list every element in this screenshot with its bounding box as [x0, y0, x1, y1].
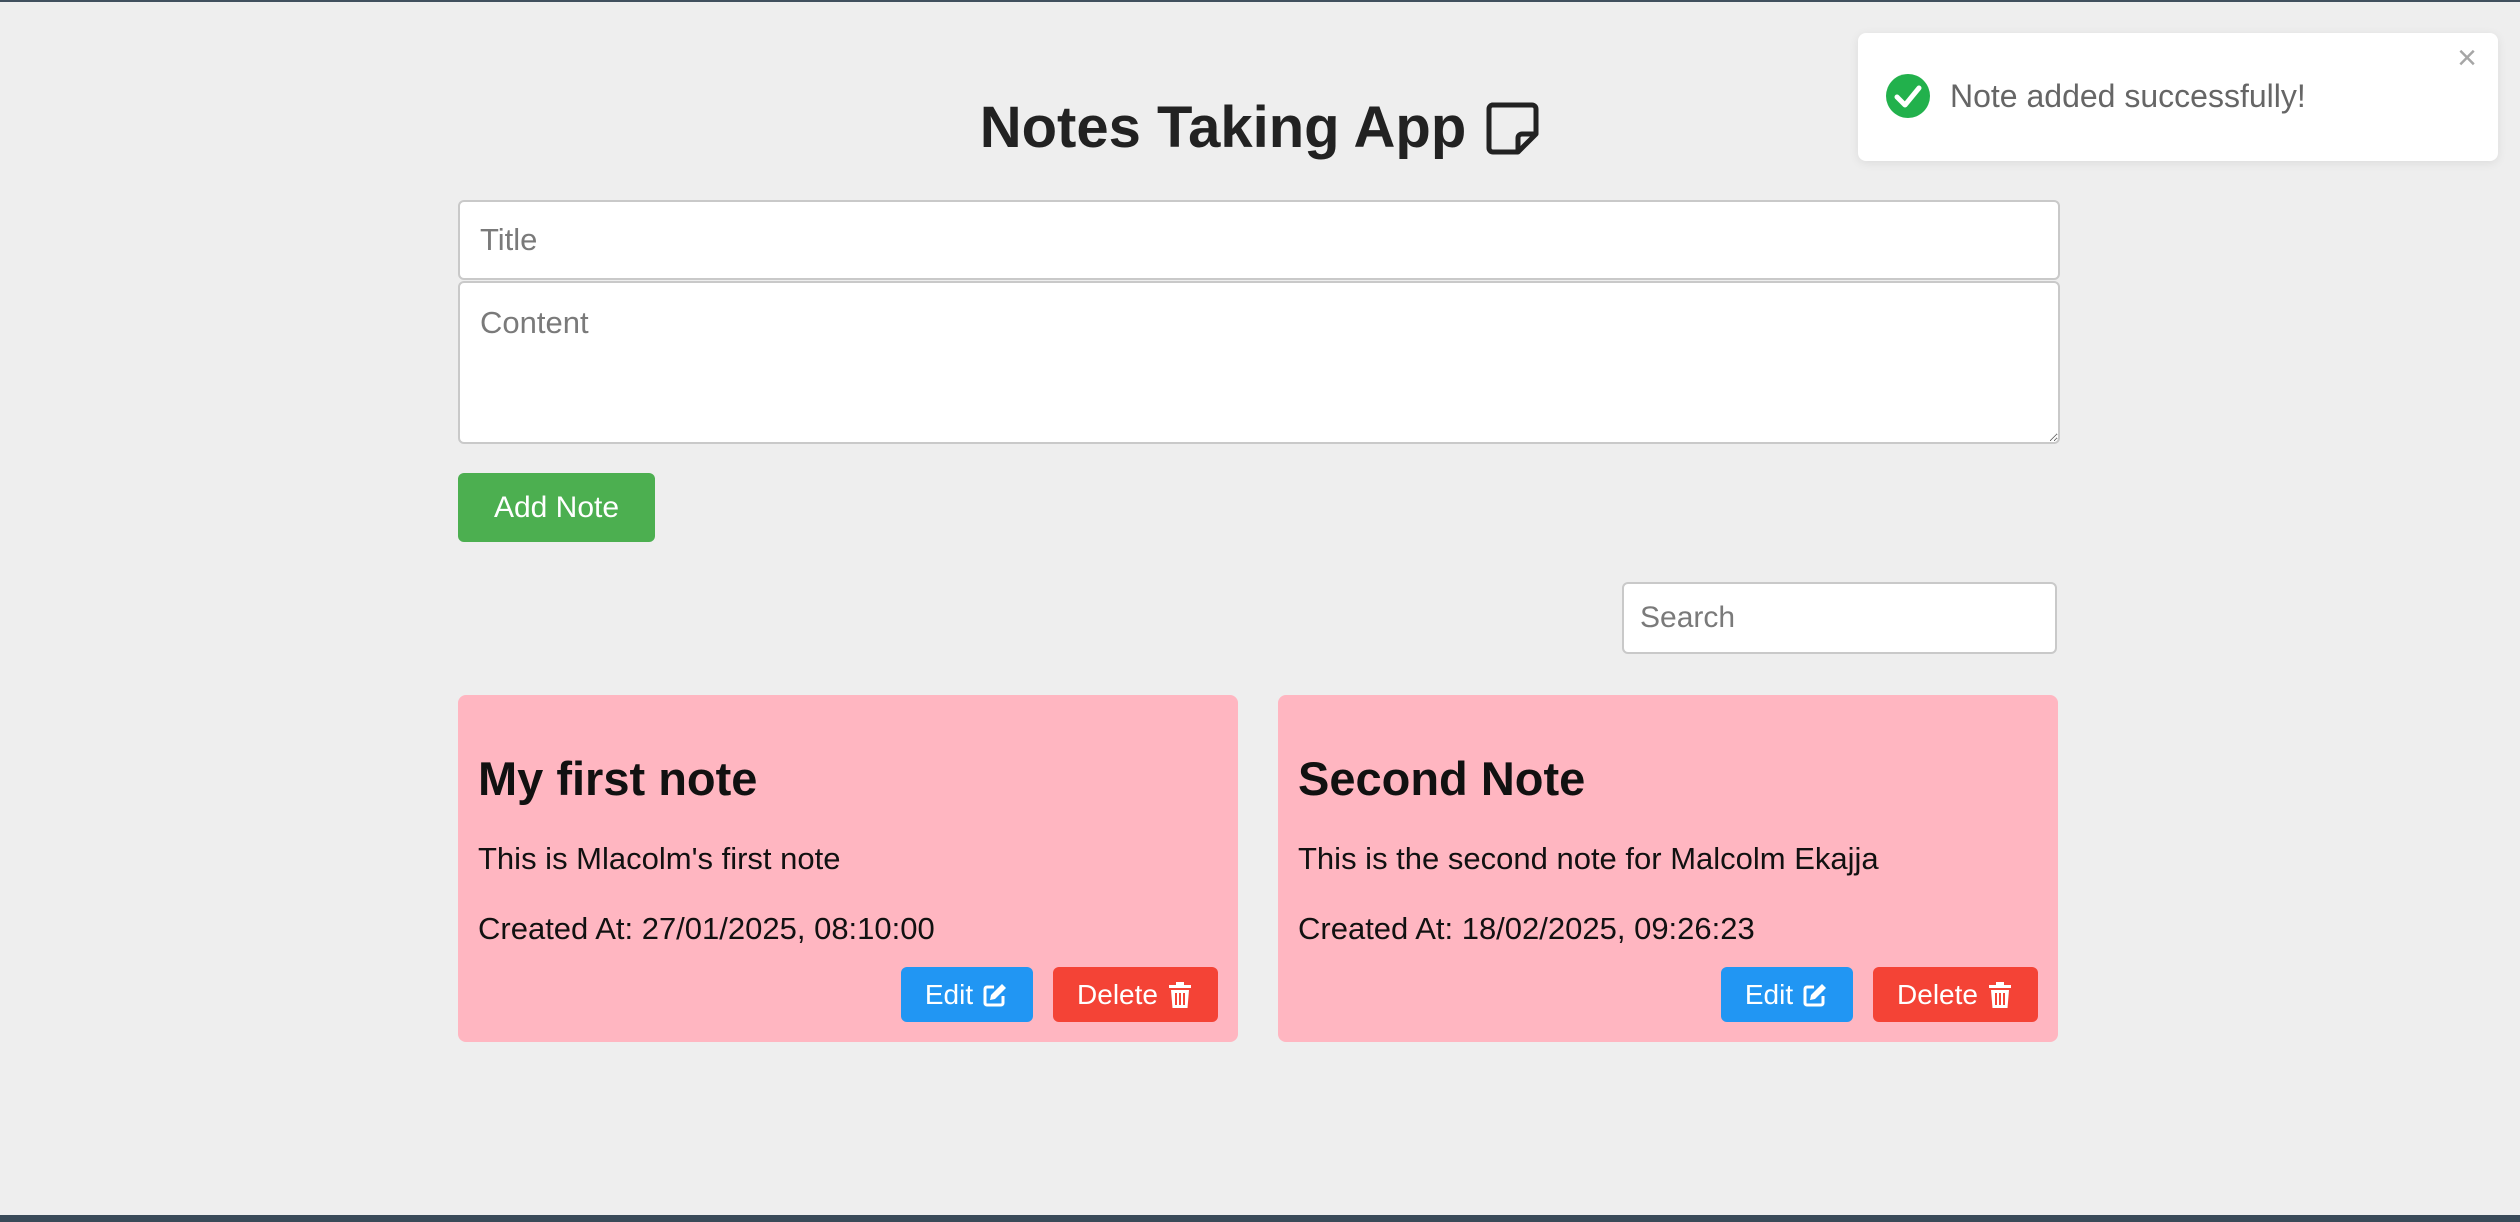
- note-title-input[interactable]: [458, 200, 2060, 280]
- note-card: My first note This is Mlacolm's first no…: [458, 695, 1238, 1042]
- note-title: Second Note: [1298, 752, 1586, 805]
- delete-button-label: Delete: [1897, 978, 1978, 1010]
- toast-notification: Note added successfully! ×: [1858, 33, 2498, 161]
- note-actions: Edit Delete: [901, 967, 1218, 1022]
- trash-icon: [1166, 981, 1194, 1009]
- delete-note-button[interactable]: Delete: [1053, 967, 1218, 1022]
- window-bottom-border: [0, 1215, 2520, 1222]
- page-title-text: Notes Taking App: [979, 95, 1467, 160]
- note-created-at: Created At: 18/02/2025, 09:26:23: [1298, 911, 1755, 946]
- edit-button-label: Edit: [924, 978, 974, 1010]
- edit-note-button[interactable]: Edit: [1721, 967, 1853, 1022]
- note-title: My first note: [478, 752, 758, 805]
- window-top-border: [0, 0, 2520, 2]
- edit-icon: [981, 981, 1009, 1009]
- search-input[interactable]: [1622, 582, 2057, 654]
- edit-icon: [1801, 981, 1829, 1009]
- note-created-at: Created At: 27/01/2025, 08:10:00: [478, 911, 935, 946]
- delete-button-label: Delete: [1077, 978, 1158, 1010]
- note-content-textarea[interactable]: [458, 281, 2060, 444]
- close-icon[interactable]: ×: [2452, 41, 2482, 75]
- note-actions: Edit Delete: [1721, 967, 2038, 1022]
- delete-note-button[interactable]: Delete: [1873, 967, 2038, 1022]
- sticky-note-icon: [1484, 100, 1540, 156]
- add-note-button[interactable]: Add Note: [458, 473, 655, 542]
- edit-button-label: Edit: [1744, 978, 1794, 1010]
- note-card: Second Note This is the second note for …: [1278, 695, 2058, 1042]
- toast-message: Note added successfully!: [1950, 78, 2306, 114]
- note-content: This is the second note for Malcolm Ekaj…: [1298, 841, 1879, 876]
- edit-note-button[interactable]: Edit: [901, 967, 1033, 1022]
- note-content: This is Mlacolm's first note: [478, 841, 841, 876]
- trash-icon: [1986, 981, 2014, 1009]
- check-circle-icon: [1885, 73, 1931, 119]
